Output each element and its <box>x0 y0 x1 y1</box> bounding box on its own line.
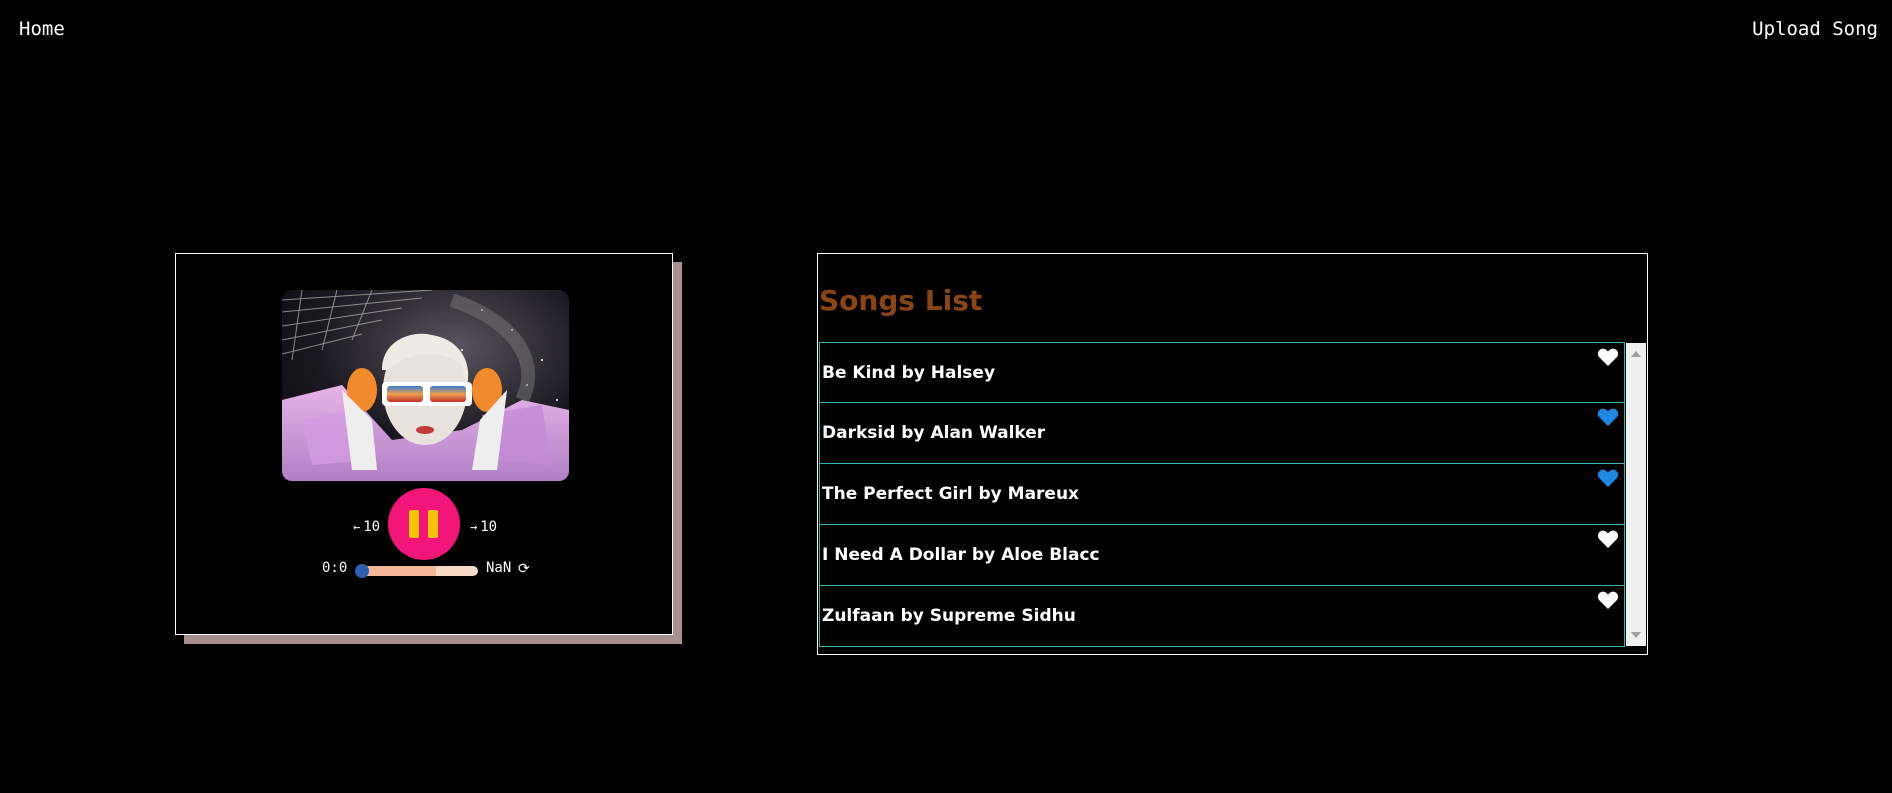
song-row[interactable]: Darksid by Alan Walker <box>819 403 1625 464</box>
song-name: Zulfaan by Supreme Sidhu <box>822 606 1076 626</box>
album-cover-image <box>282 290 569 481</box>
heart-icon[interactable] <box>1597 590 1619 610</box>
liked-heart-icon[interactable] <box>1597 468 1619 488</box>
song-row[interactable]: Be Kind by Halsey <box>819 342 1625 403</box>
total-time: NaN <box>486 560 512 576</box>
pause-button[interactable] <box>388 488 460 560</box>
song-name: Be Kind by Halsey <box>822 363 996 383</box>
liked-heart-icon[interactable] <box>1597 407 1619 427</box>
songs-list: Be Kind by Halsey Darksid by Alan Walker T… <box>819 342 1625 647</box>
upload-song-link[interactable]: Upload Song <box>1752 18 1878 40</box>
song-row[interactable]: The Perfect Girl by Mareux <box>819 464 1625 525</box>
songs-panel: Songs List Be Kind by Halsey Darksid by A… <box>817 253 1648 655</box>
home-link[interactable]: Home <box>19 18 65 40</box>
song-name: I Need A Dollar by Aloe Blacc <box>822 545 1100 565</box>
song-name: Darksid by Alan Walker <box>822 423 1046 443</box>
song-row[interactable]: Zulfaan by Supreme Sidhu <box>819 586 1625 647</box>
progress-track[interactable] <box>358 566 478 576</box>
songs-list-title: Songs List <box>819 284 983 317</box>
scroll-up-icon[interactable] <box>1631 351 1641 357</box>
songs-scrollbar[interactable] <box>1626 343 1646 646</box>
heart-icon[interactable] <box>1597 347 1619 367</box>
album-cover <box>282 290 569 481</box>
pause-icon <box>409 510 419 538</box>
repeat-icon[interactable]: ⟳ <box>518 561 530 577</box>
buffered-fill <box>358 566 436 576</box>
pause-icon-bar <box>428 510 438 538</box>
song-row[interactable]: I Need A Dollar by Aloe Blacc <box>819 525 1625 586</box>
heart-icon[interactable] <box>1597 529 1619 549</box>
arrow-right-icon: → <box>470 520 478 534</box>
arrow-left-icon: ← <box>353 520 361 534</box>
seek-back-button[interactable]: ← 10 <box>353 519 380 535</box>
seek-forward-label: 10 <box>480 519 498 535</box>
current-time: 0:0 <box>322 560 348 576</box>
progress-area: 0:0 NaN ⟳ <box>175 559 673 579</box>
seek-forward-button[interactable]: → 10 <box>470 519 497 535</box>
seek-back-label: 10 <box>363 519 381 535</box>
song-name: The Perfect Girl by Mareux <box>822 484 1080 504</box>
playback-controls: ← 10 → 10 <box>176 488 672 568</box>
progress-thumb[interactable] <box>355 564 369 578</box>
scroll-down-icon[interactable] <box>1631 632 1641 638</box>
